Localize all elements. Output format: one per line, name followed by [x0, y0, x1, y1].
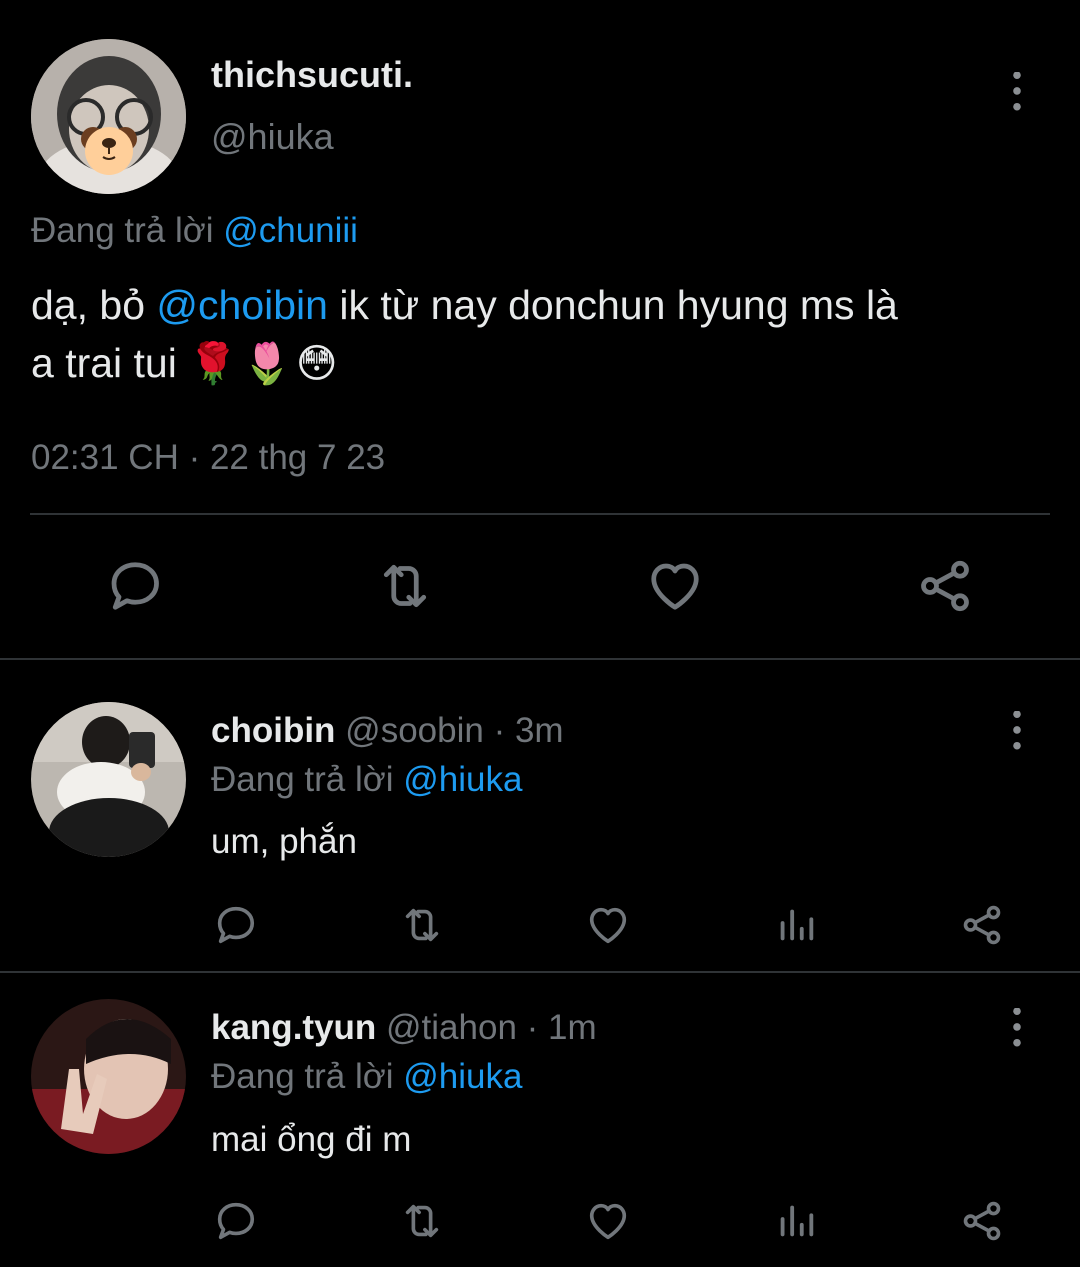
tweet-text-line1: dạ, bỏ @choibin ik từ nay donchun hyung …: [31, 276, 1061, 334]
replying-prefix: Đang trả lời: [211, 1057, 394, 1096]
analytics-icon[interactable]: [773, 1198, 819, 1244]
tweet-text-prefix: dạ, bỏ: [31, 282, 145, 328]
reply-time[interactable]: · 3m: [494, 711, 564, 750]
section-divider: [0, 658, 1080, 660]
replying-prefix: Đang trả lời: [211, 760, 394, 799]
reply-avatar[interactable]: [31, 702, 186, 857]
reply-text: um, phắn: [211, 822, 357, 861]
like-icon[interactable]: [584, 902, 632, 948]
reply-more-icon[interactable]: [1012, 1008, 1022, 1048]
replying-to-link[interactable]: @hiuka: [403, 1057, 522, 1096]
mention-link[interactable]: @choibin: [156, 282, 328, 328]
reply-display-name[interactable]: kang.tyun: [211, 1008, 376, 1047]
tweet-text-line2-text: a trai tui: [31, 340, 177, 386]
reply-icon[interactable]: [212, 902, 258, 948]
retweet-icon[interactable]: [398, 902, 446, 948]
reply-header: kang.tyun @tiahon · 1m: [211, 1008, 597, 1048]
share-icon[interactable]: [958, 1198, 1006, 1244]
reply-header: choibin @soobin · 3m: [211, 711, 564, 751]
main-handle[interactable]: @hiuka: [211, 116, 334, 158]
timestamp-divider: [30, 513, 1050, 515]
replying-prefix: Đang trả lời: [31, 211, 214, 250]
main-tweet-avatar[interactable]: [31, 39, 186, 194]
reply-display-name[interactable]: choibin: [211, 711, 335, 750]
tweet-text-line2: a trai tui 🌹🌷😳: [31, 334, 1061, 393]
like-icon[interactable]: [644, 556, 706, 616]
reply-icon[interactable]: [104, 556, 164, 616]
main-replying-line: Đang trả lời @chuniii: [31, 211, 358, 251]
reply-replying-line: Đang trả lời @hiuka: [211, 760, 522, 800]
reply-handle[interactable]: @tiahon: [386, 1008, 517, 1047]
tweet-emojis: 🌹🌷😳: [188, 341, 342, 387]
reply-text: mai ổng đi m: [211, 1120, 412, 1159]
replying-to-link[interactable]: @hiuka: [403, 760, 522, 799]
reply-more-icon[interactable]: [1012, 711, 1022, 751]
retweet-icon[interactable]: [398, 1198, 446, 1244]
reply-replying-line: Đang trả lời @hiuka: [211, 1057, 522, 1097]
main-tweet-text: dạ, bỏ @choibin ik từ nay donchun hyung …: [31, 276, 1061, 393]
tweet-text-line1-rest: ik từ nay donchun hyung ms là: [339, 282, 898, 328]
reply-divider: [0, 971, 1080, 973]
reply-avatar[interactable]: [31, 999, 186, 1154]
reply-icon[interactable]: [212, 1198, 258, 1244]
share-icon[interactable]: [914, 556, 976, 616]
like-icon[interactable]: [584, 1198, 632, 1244]
reply-handle[interactable]: @soobin: [345, 711, 484, 750]
share-icon[interactable]: [958, 902, 1006, 948]
main-timestamp[interactable]: 02:31 CH · 22 thg 7 23: [31, 438, 385, 478]
main-display-name[interactable]: thichsucuti.: [211, 54, 413, 96]
analytics-icon[interactable]: [773, 902, 819, 948]
retweet-icon[interactable]: [374, 556, 436, 616]
reply-time[interactable]: · 1m: [527, 1008, 597, 1047]
main-more-icon[interactable]: [1012, 72, 1022, 112]
replying-to-link[interactable]: @chuniii: [223, 211, 358, 250]
